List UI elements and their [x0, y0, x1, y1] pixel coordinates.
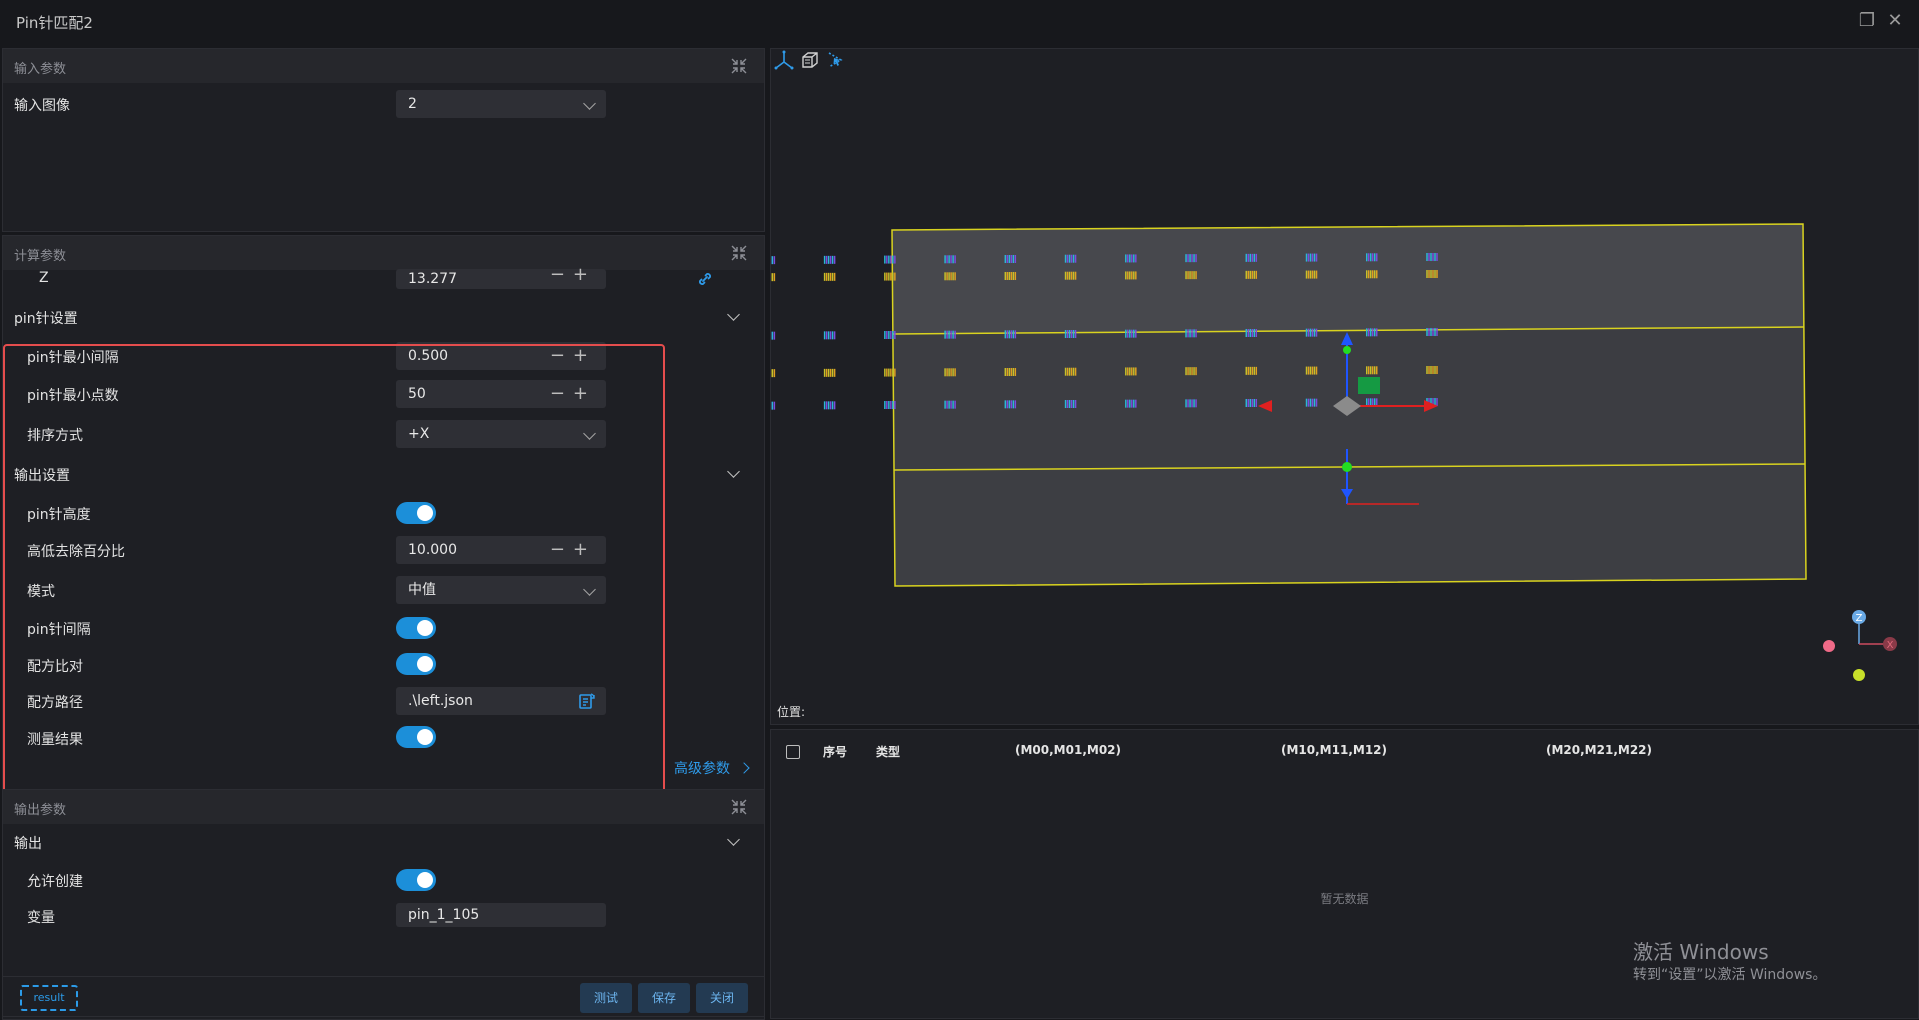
collapse-icon[interactable]	[730, 244, 748, 262]
z-value: 13.277	[408, 271, 457, 287]
link-icon[interactable]	[697, 271, 713, 287]
column-header-m0[interactable]: (M00,M01,M02)	[1015, 743, 1121, 757]
collapse-icon[interactable]	[730, 57, 748, 75]
save-button[interactable]: 保存	[638, 983, 690, 1013]
orientation-axis: Z X	[1823, 610, 1897, 681]
variable-value: pin_1_105	[408, 907, 480, 923]
advanced-params-link[interactable]: 高级参数	[674, 758, 751, 778]
calc-params-title: 计算参数	[14, 249, 67, 264]
3d-viewer[interactable]: Z X 位置:	[770, 48, 1919, 725]
chevron-down-icon	[583, 97, 596, 110]
empty-table-text: 暂无数据	[1320, 892, 1369, 906]
result-button[interactable]: result	[20, 985, 78, 1011]
close-button[interactable]: 关闭	[696, 983, 748, 1013]
point-cloud-scene[interactable]: Z X	[771, 49, 1919, 689]
input-image-label: 输入图像	[14, 98, 70, 114]
title-bar: Pin针匹配2 ❐ ✕	[0, 0, 1919, 44]
parameter-panel: 输入参数 输入图像 2 计算参数 Z 13.277 −+ pin针设置 pin针…	[0, 48, 766, 1020]
highlight-box	[3, 344, 665, 818]
variable-label: 变量	[27, 910, 55, 926]
select-all-checkbox[interactable]	[786, 745, 800, 759]
input-params-header: 输入参数	[3, 49, 764, 83]
allow-create-toggle[interactable]	[396, 869, 436, 891]
close-icon[interactable]: ✕	[1884, 10, 1906, 32]
pin-settings-section[interactable]: pin针设置	[14, 308, 78, 328]
plate-upper	[892, 224, 1804, 334]
output-section[interactable]: 输出	[14, 833, 42, 853]
column-header-m2[interactable]: (M20,M21,M22)	[1546, 743, 1652, 757]
axis-x-label: X	[1887, 640, 1894, 651]
z-label: Z	[39, 270, 49, 286]
collapse-icon[interactable]	[730, 798, 748, 816]
input-image-value: 2	[408, 96, 417, 112]
output-params-header: 输出参数	[3, 790, 764, 824]
bottom-bar: result 测试 保存 关闭	[2, 976, 765, 1017]
test-button[interactable]: 测试	[580, 983, 632, 1013]
activation-watermark-title: 激活 Windows	[1633, 940, 1769, 964]
z-stepper[interactable]: −+	[550, 265, 596, 285]
chevron-down-icon[interactable]	[727, 465, 740, 478]
chevron-down-icon[interactable]	[727, 308, 740, 321]
chevron-right-icon	[738, 762, 751, 774]
column-header-m1[interactable]: (M10,M11,M12)	[1281, 743, 1387, 757]
input-params-panel: 输入参数 输入图像 2	[2, 48, 765, 232]
window-title: Pin针匹配2	[16, 14, 93, 32]
axis-z-label: Z	[1856, 613, 1863, 624]
calc-params-header: 计算参数	[3, 236, 764, 270]
chevron-down-icon[interactable]	[727, 833, 740, 846]
advanced-params-label: 高级参数	[674, 761, 730, 777]
restore-icon[interactable]: ❐	[1856, 10, 1878, 32]
column-header-type[interactable]: 类型	[876, 743, 900, 760]
input-image-select[interactable]: 2	[396, 90, 606, 118]
activation-watermark-text: 转到“设置”以激活 Windows。	[1633, 967, 1827, 983]
position-label: 位置:	[777, 705, 806, 719]
input-params-title: 输入参数	[14, 62, 67, 77]
variable-input[interactable]: pin_1_105	[396, 903, 606, 927]
plate-lower	[894, 464, 1806, 586]
column-header-index[interactable]: 序号	[823, 743, 847, 760]
allow-create-label: 允许创建	[27, 874, 83, 890]
output-params-title: 输出参数	[14, 803, 67, 818]
z-input[interactable]: 13.277 −+	[396, 265, 606, 289]
